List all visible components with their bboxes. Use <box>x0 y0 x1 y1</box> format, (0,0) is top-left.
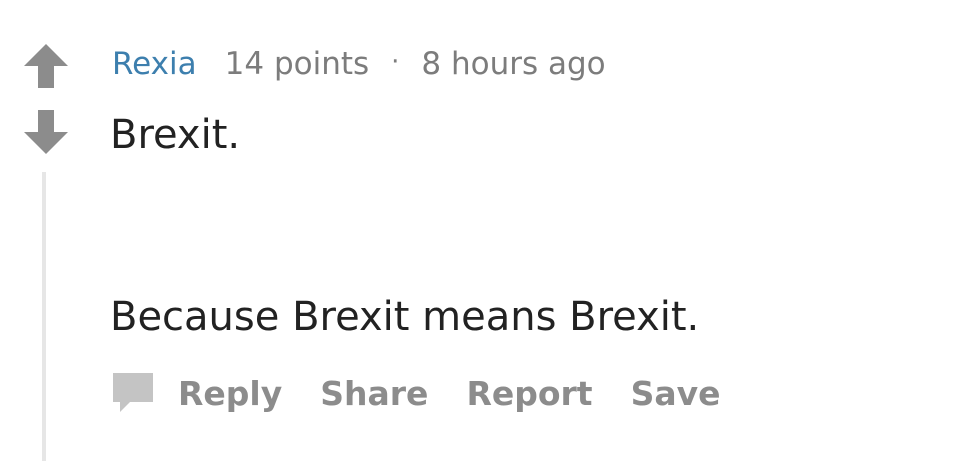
thread-collapse-line[interactable] <box>42 172 46 461</box>
share-button[interactable]: Share <box>320 374 428 413</box>
comment-paragraph: Brexit. <box>110 112 241 158</box>
comment-points: 14 points <box>224 46 370 82</box>
comment-bubble-icon[interactable] <box>110 370 156 416</box>
comment: Rexia 14 points · 8 hours ago Brexit. Be… <box>0 0 980 461</box>
comment-header: Rexia 14 points · 8 hours ago <box>112 42 606 86</box>
downvote-arrow-icon[interactable] <box>22 110 70 154</box>
comment-timestamp[interactable]: 8 hours ago <box>421 46 605 82</box>
comment-actions: Reply Share Report Save <box>110 366 759 420</box>
meta-separator: · <box>391 47 400 77</box>
comment-paragraph: Because Brexit means Brexit. <box>110 294 700 340</box>
reply-button[interactable]: Reply <box>178 374 282 413</box>
save-button[interactable]: Save <box>631 374 721 413</box>
comment-author-link[interactable]: Rexia <box>112 46 197 82</box>
report-button[interactable]: Report <box>466 374 592 413</box>
upvote-arrow-icon[interactable] <box>22 44 70 88</box>
comment-body: Brexit. Because Brexit means Brexit. <box>110 108 950 344</box>
